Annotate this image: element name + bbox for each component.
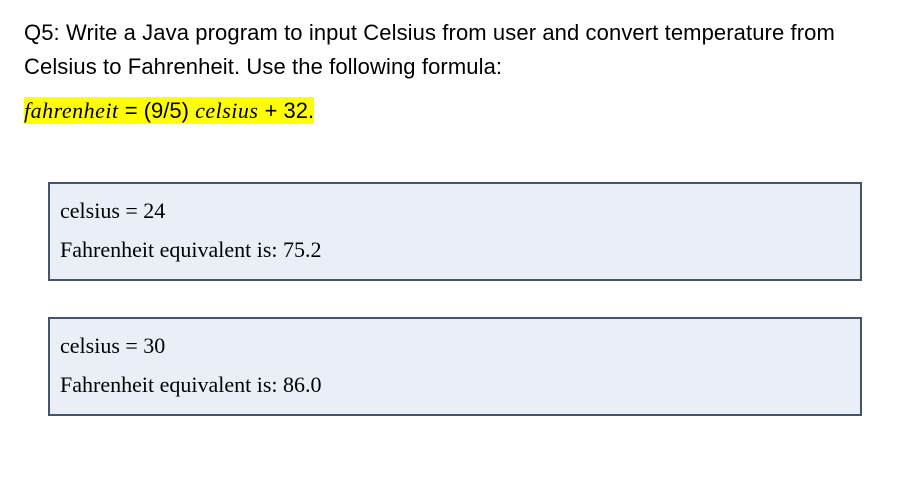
formula-tail: + 32.	[258, 98, 314, 123]
output-line: Fahrenheit equivalent is: 75.2	[60, 231, 850, 270]
question-text: Q5: Write a Java program to input Celsiu…	[24, 16, 890, 84]
output-box: celsius = 24 Fahrenheit equivalent is: 7…	[48, 182, 862, 281]
formula-lhs-var: fahrenheit	[24, 98, 119, 123]
output-line: celsius = 24	[60, 192, 850, 231]
formula-line: fahrenheit = (9/5) celsius + 32.	[24, 98, 890, 124]
formula-eq: =	[119, 98, 144, 123]
question-body: Write a Java program to input Celsius fr…	[24, 20, 835, 79]
output-line: celsius = 30	[60, 327, 850, 366]
question-prefix: Q5:	[24, 20, 66, 45]
formula-highlight: fahrenheit = (9/5) celsius + 32.	[24, 97, 314, 124]
output-line: Fahrenheit equivalent is: 86.0	[60, 366, 850, 405]
output-box: celsius = 30 Fahrenheit equivalent is: 8…	[48, 317, 862, 416]
formula-rhs-var: celsius	[195, 98, 258, 123]
formula-coeff: (9/5)	[144, 98, 195, 123]
